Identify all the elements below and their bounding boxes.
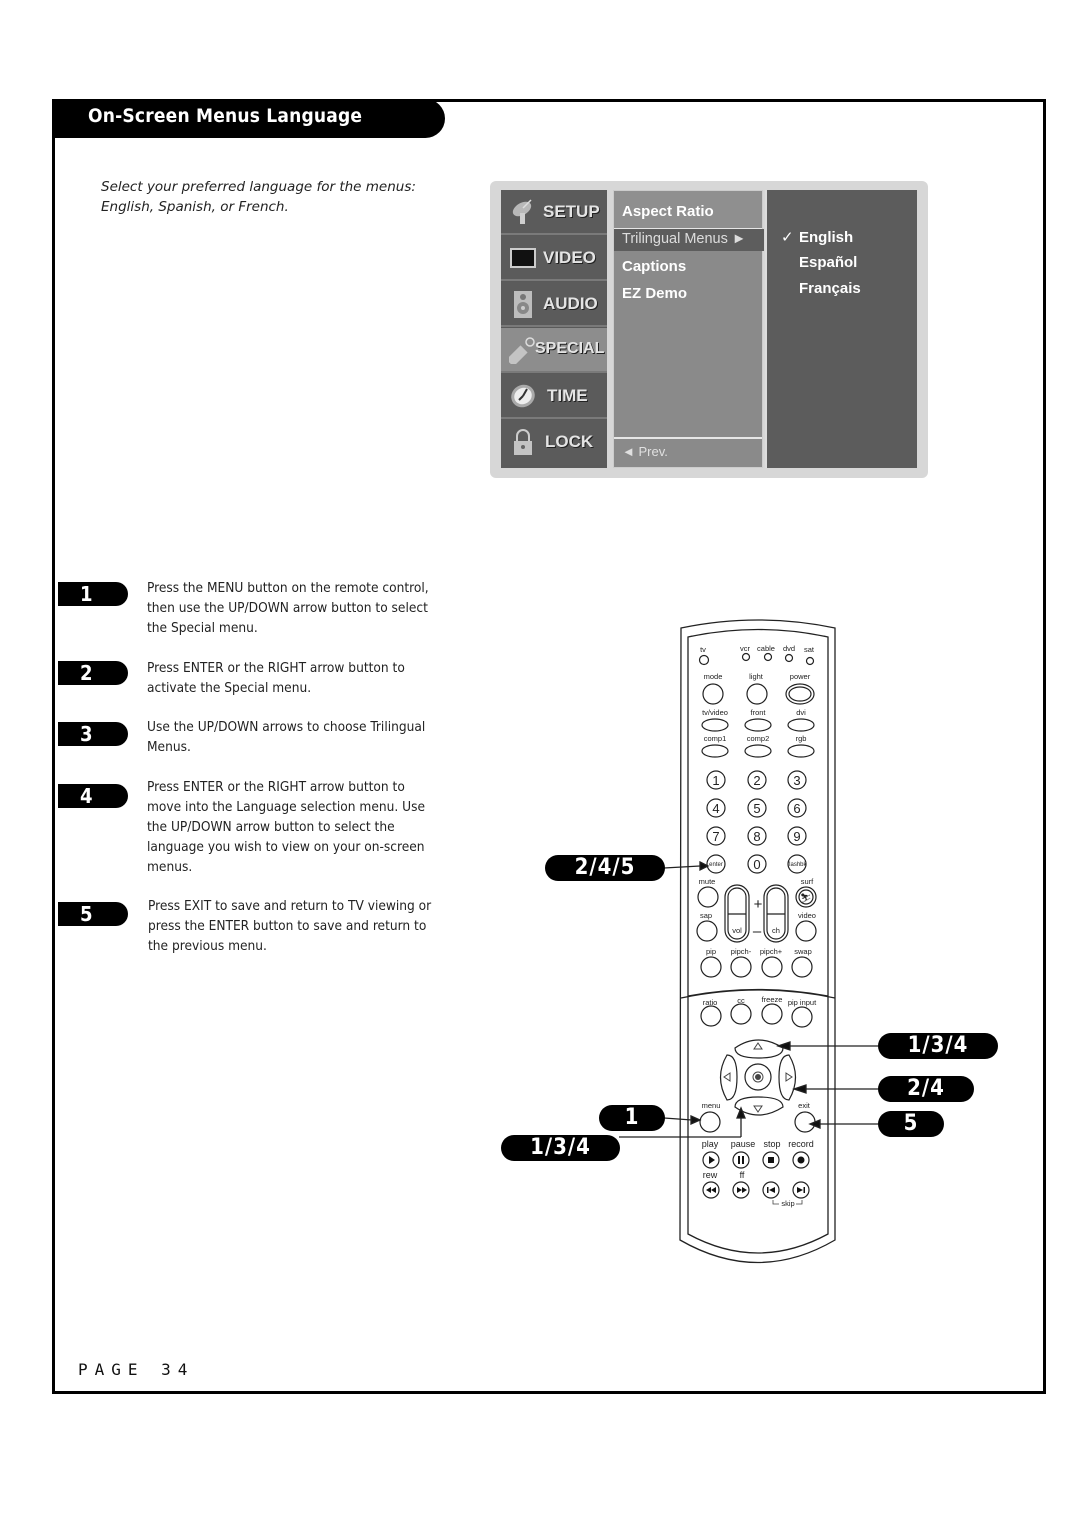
mute-button[interactable] bbox=[697, 886, 719, 908]
label-dvd: dvd bbox=[783, 644, 795, 653]
label-comp2: comp2 bbox=[747, 734, 770, 743]
dvi-button[interactable] bbox=[787, 718, 815, 732]
label-sap: sap bbox=[700, 911, 712, 920]
surf-icon: ⛷ bbox=[800, 893, 811, 903]
label-sat: sat bbox=[804, 645, 815, 654]
remote-control: tv vcr cable dvd sat mode light power tv… bbox=[619, 619, 878, 1264]
light-button[interactable] bbox=[746, 683, 768, 705]
ratio-button[interactable] bbox=[700, 1005, 722, 1027]
arrow-to-right-icon bbox=[791, 1084, 807, 1094]
label-record: record bbox=[788, 1139, 814, 1149]
rgb-button[interactable] bbox=[787, 744, 815, 758]
label-pipch-plus: pipch+ bbox=[760, 947, 783, 956]
sap-button[interactable] bbox=[696, 920, 718, 942]
label-pause: pause bbox=[731, 1139, 756, 1149]
mode-led-sat bbox=[805, 656, 815, 666]
label-tv: tv bbox=[700, 645, 706, 654]
digit-6-label: 6 bbox=[793, 801, 800, 816]
front-button[interactable] bbox=[744, 718, 772, 732]
digit-0-label: 0 bbox=[753, 857, 760, 872]
label-exit: exit bbox=[798, 1101, 811, 1110]
label-dvi: dvi bbox=[796, 708, 806, 717]
label-video: video bbox=[798, 911, 816, 920]
callout-exit: 5 bbox=[878, 1111, 944, 1137]
label-menu: menu bbox=[702, 1101, 721, 1110]
label-ratio: ratio bbox=[703, 998, 718, 1007]
pipch-plus-button[interactable] bbox=[761, 956, 783, 978]
label-freeze: freeze bbox=[762, 995, 783, 1004]
ok-dot-icon bbox=[755, 1074, 761, 1080]
label-comp1: comp1 bbox=[704, 734, 727, 743]
plus-label: + bbox=[754, 896, 763, 913]
tv-video-button[interactable] bbox=[701, 718, 729, 732]
label-surf: surf bbox=[801, 877, 814, 886]
video-button[interactable] bbox=[795, 920, 817, 942]
freeze-button[interactable] bbox=[761, 1003, 783, 1025]
flashbk-label: flashbk bbox=[787, 862, 807, 868]
label-power: power bbox=[790, 672, 811, 681]
label-cable: cable bbox=[757, 644, 775, 653]
label-play: play bbox=[702, 1139, 719, 1149]
digit-5-label: 5 bbox=[753, 801, 760, 816]
label-cc: cc bbox=[737, 996, 745, 1005]
mode-button[interactable] bbox=[702, 683, 724, 705]
comp1-button[interactable] bbox=[701, 744, 729, 758]
digit-1-label: 1 bbox=[712, 773, 719, 788]
exit-button[interactable] bbox=[794, 1111, 816, 1133]
label-tv-video: tv/video bbox=[702, 708, 728, 717]
right-arrow-button[interactable] bbox=[778, 1054, 797, 1101]
digit-7-label: 7 bbox=[712, 829, 719, 844]
mode-led-dvd bbox=[784, 653, 794, 663]
label-vcr: vcr bbox=[740, 644, 751, 653]
mode-led-vcr bbox=[741, 652, 751, 662]
label-ch: ch bbox=[772, 926, 780, 935]
label-pip-input: pip input bbox=[788, 998, 817, 1007]
label-stop: stop bbox=[763, 1139, 780, 1149]
callout-up: 1/3/4 bbox=[878, 1033, 998, 1059]
left-arrow-button[interactable] bbox=[719, 1054, 738, 1101]
label-rew: rew bbox=[703, 1170, 718, 1180]
stop-icon bbox=[768, 1157, 774, 1163]
digit-2-label: 2 bbox=[753, 773, 760, 788]
mode-led-tv bbox=[698, 654, 710, 666]
mode-led-cable bbox=[763, 652, 773, 662]
digit-3-label: 3 bbox=[793, 773, 800, 788]
cc-button[interactable] bbox=[730, 1003, 752, 1025]
callout-down: 1/3/4 bbox=[501, 1135, 620, 1161]
label-swap: swap bbox=[794, 947, 812, 956]
callout-right: 2/4 bbox=[878, 1076, 974, 1102]
label-skip: skip bbox=[781, 1199, 794, 1208]
pause-icon bbox=[738, 1156, 740, 1164]
digit-8-label: 8 bbox=[753, 829, 760, 844]
callout-menu: 1 bbox=[599, 1105, 665, 1131]
digit-9-label: 9 bbox=[793, 829, 800, 844]
pause-button[interactable] bbox=[732, 1151, 750, 1169]
label-pip: pip bbox=[706, 947, 716, 956]
pip-input-button[interactable] bbox=[791, 1006, 813, 1028]
arrow-to-menu-icon bbox=[690, 1114, 702, 1126]
label-mute: mute bbox=[699, 877, 716, 886]
menu-button[interactable] bbox=[699, 1111, 721, 1133]
page-number: PAGE 34 bbox=[78, 1360, 195, 1379]
record-icon bbox=[797, 1156, 805, 1164]
label-pipch-minus: pipch- bbox=[731, 947, 752, 956]
skip-back-icon bbox=[767, 1187, 769, 1193]
label-light: light bbox=[749, 672, 764, 681]
pip-button[interactable] bbox=[700, 956, 722, 978]
label-rgb: rgb bbox=[796, 734, 807, 743]
label-mode: mode bbox=[704, 672, 723, 681]
pipch-minus-button[interactable] bbox=[730, 956, 752, 978]
label-ff: ff bbox=[740, 1170, 745, 1180]
label-vol: vol bbox=[732, 926, 742, 935]
label-front: front bbox=[750, 708, 766, 717]
minus-label: – bbox=[753, 923, 762, 940]
callout-enter: 2/4/5 bbox=[545, 855, 665, 881]
swap-button[interactable] bbox=[791, 956, 813, 978]
digit-4-label: 4 bbox=[712, 801, 719, 816]
comp2-button[interactable] bbox=[744, 744, 772, 758]
enter-label: enter bbox=[709, 862, 723, 868]
